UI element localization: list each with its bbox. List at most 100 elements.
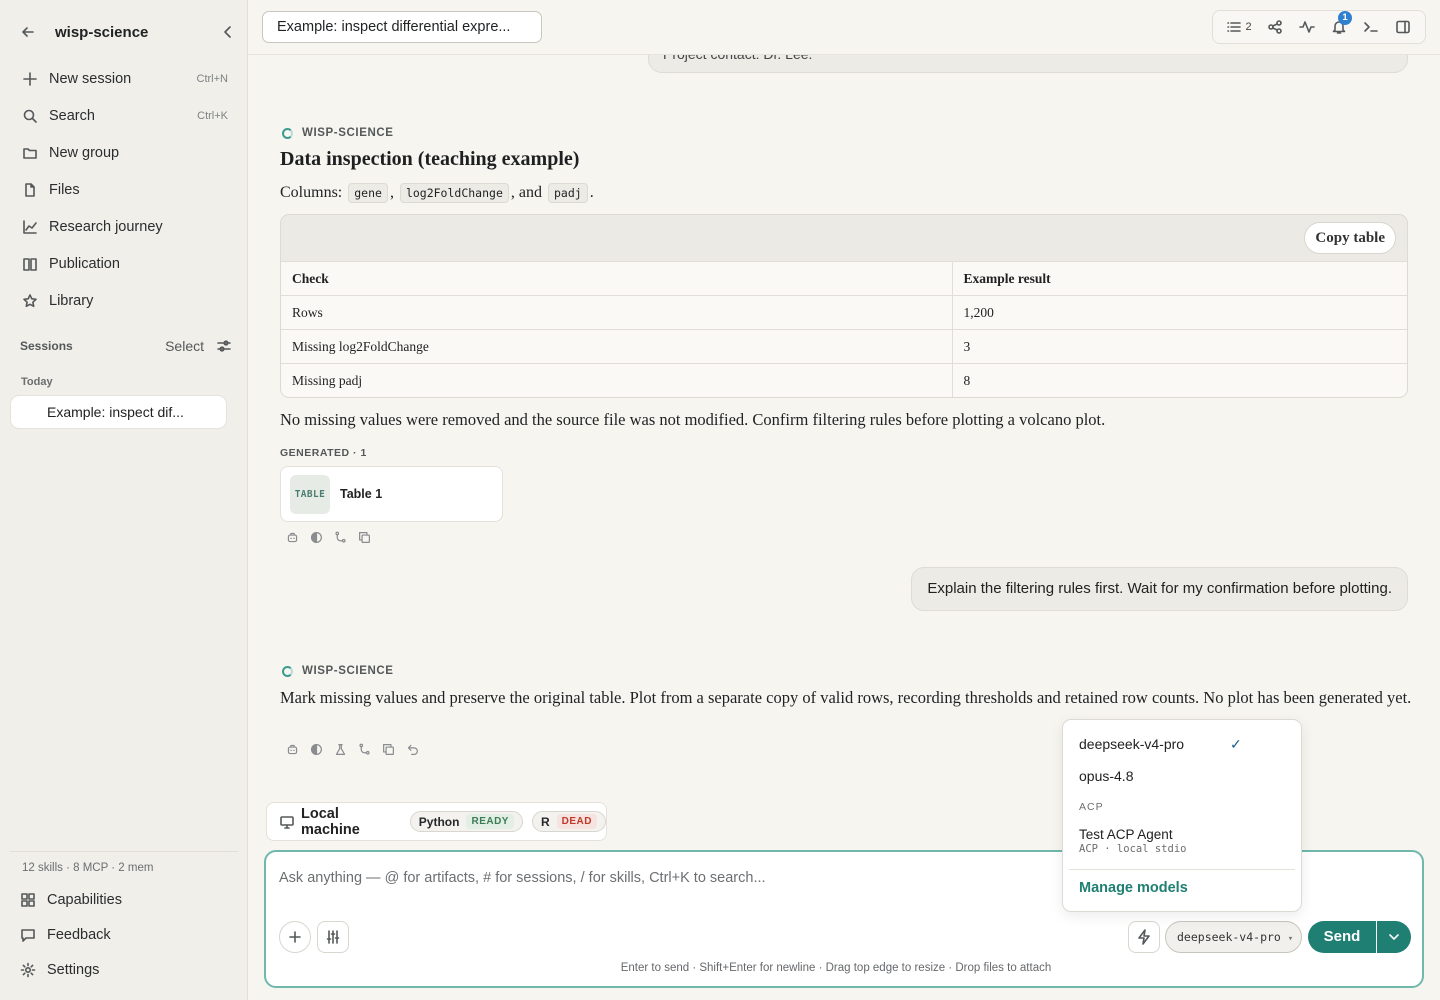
table-cell: 8 [952,363,1407,397]
acp-agent-option[interactable]: Test ACP Agent [1079,827,1173,842]
activity-button[interactable] [1291,11,1323,43]
table-header-row: Check Example result [281,261,1407,296]
kernel-python[interactable]: Python READY [409,811,523,832]
table-cell: 3 [952,329,1407,364]
tasks-button[interactable]: 2 [1219,11,1259,43]
table-row: Missing padj 8 [281,363,1407,397]
star-icon [22,293,38,309]
table-row: Missing log2FoldChange 3 [281,329,1407,364]
search-icon [22,108,38,124]
copy-table-button[interactable]: Copy table [1304,222,1396,254]
agent-mark-icon[interactable] [280,530,304,544]
tools-button[interactable] [317,921,349,953]
send-options-button[interactable] [1377,921,1411,953]
kernel-status-badge: DEAD [556,814,597,829]
terminal-icon [1363,19,1379,35]
sidebar-item-new-session[interactable]: New session Ctrl+N [12,60,238,97]
table-row: Rows 1,200 [281,295,1407,330]
table-header-cell: Example result [952,261,1407,296]
model-dropdown: deepseek-v4-pro ✓ opus-4.8 ACP Test ACP … [1062,719,1302,912]
today-label: Today [21,376,53,388]
message-actions [280,530,376,544]
activity-icon [1299,19,1315,35]
columns-prefix: Columns: [280,184,343,201]
dropdown-section-label: ACP [1079,801,1104,813]
columns-period: . [589,184,594,201]
agent-mark-icon[interactable] [280,742,304,756]
kernel-name: Python [418,814,460,829]
agent-response-text: Mark missing values and preserve the ori… [280,688,1412,707]
columns-line: Columns: gene, log2FoldChange , and padj… [280,183,594,203]
kernel-name: R [540,814,550,829]
notification-badge: 1 [1338,11,1352,25]
file-icon [22,182,38,198]
agent-name: WISP-SCIENCE [302,127,394,139]
session-title-field[interactable]: Example: inspect differential expre... [262,11,542,43]
sidebar-item-settings[interactable]: Settings [10,952,238,987]
sidebar-item-search[interactable]: Search Ctrl+K [12,97,238,134]
sidebar-item-publication[interactable]: Publication [12,245,238,282]
agent-logo-icon [282,665,293,677]
previous-user-message: Project contact: Dr. Lee. [648,55,1408,73]
table-header-cell: Check [281,261,953,296]
undo-icon[interactable] [400,742,424,756]
branch-icon[interactable] [352,742,376,756]
sidebar-header: wisp-science [20,18,236,46]
model-option-deepseek[interactable]: deepseek-v4-pro [1079,736,1184,752]
sidebar-nav: New session Ctrl+N Search Ctrl+K New gro… [12,60,238,319]
sidebar-item-label: Feedback [47,926,111,943]
runtime-bar[interactable]: Local machine Python READY R DEAD [266,802,607,841]
quick-action-button[interactable] [1128,921,1160,953]
kernel-r[interactable]: R DEAD [531,811,606,832]
sidebar-item-feedback[interactable]: Feedback [10,917,238,952]
sidebar-item-new-group[interactable]: New group [12,134,238,171]
summary-paragraph: No missing values were removed and the s… [280,410,1106,429]
session-item-active[interactable]: Example: inspect dif... [10,395,227,429]
collapse-sidebar-icon[interactable] [220,24,236,40]
flask-icon[interactable] [328,742,352,756]
grid-icon [20,892,36,908]
back-arrow-icon[interactable] [20,24,36,40]
app-name: wisp-science [55,23,149,41]
sidebar-item-capabilities[interactable]: Capabilities [10,882,238,917]
dropdown-divider [1069,869,1295,870]
agent-header: WISP-SCIENCE [282,665,394,677]
list-icon [1226,19,1242,35]
lightning-icon [1136,929,1152,945]
columns-and: , and [510,184,542,201]
contrast-icon[interactable] [304,530,328,544]
model-selector[interactable]: deepseek-v4-pro ▾ [1165,921,1302,953]
share-icon [1267,19,1283,35]
copy-icon[interactable] [376,742,400,756]
chevron-down-icon: ▾ [1287,934,1294,944]
sidebar-item-label: Files [49,181,80,198]
filter-sliders-icon[interactable] [216,338,232,354]
data-table: Check Example result Rows 1,200 Missing … [281,261,1407,397]
manage-models-link[interactable]: Manage models [1079,880,1188,896]
copy-icon[interactable] [352,530,376,544]
table-block: Copy table Check Example result Rows 1,2… [280,214,1408,398]
attach-button[interactable] [279,921,311,953]
sidebar-item-library[interactable]: Library [12,282,238,319]
sidebar-item-files[interactable]: Files [12,171,238,208]
contrast-icon[interactable] [304,742,328,756]
book-icon [22,256,38,272]
plus-icon [22,71,38,87]
column-code: log2FoldChange [399,183,509,203]
model-option-opus[interactable]: opus-4.8 [1079,768,1133,784]
send-button[interactable]: Send [1308,921,1376,953]
selected-model: deepseek-v4-pro [1177,930,1281,944]
terminal-button[interactable] [1355,11,1387,43]
notifications-button[interactable]: 1 [1323,11,1355,43]
column-code: gene [348,183,388,203]
sidebar-footer: 12 skills · 8 MCP · 2 mem Capabilities F… [10,851,238,987]
artifact-card[interactable]: TABLE Table 1 [280,466,503,522]
sidebar-item-research-journey[interactable]: Research journey [12,208,238,245]
share-button[interactable] [1259,11,1291,43]
agent-name: WISP-SCIENCE [302,665,394,677]
select-sessions-button[interactable]: Select [165,338,204,354]
branch-icon[interactable] [328,530,352,544]
toggle-panel-button[interactable] [1387,11,1419,43]
message-icon [20,927,36,943]
checkmark-icon: ✓ [1230,736,1242,752]
